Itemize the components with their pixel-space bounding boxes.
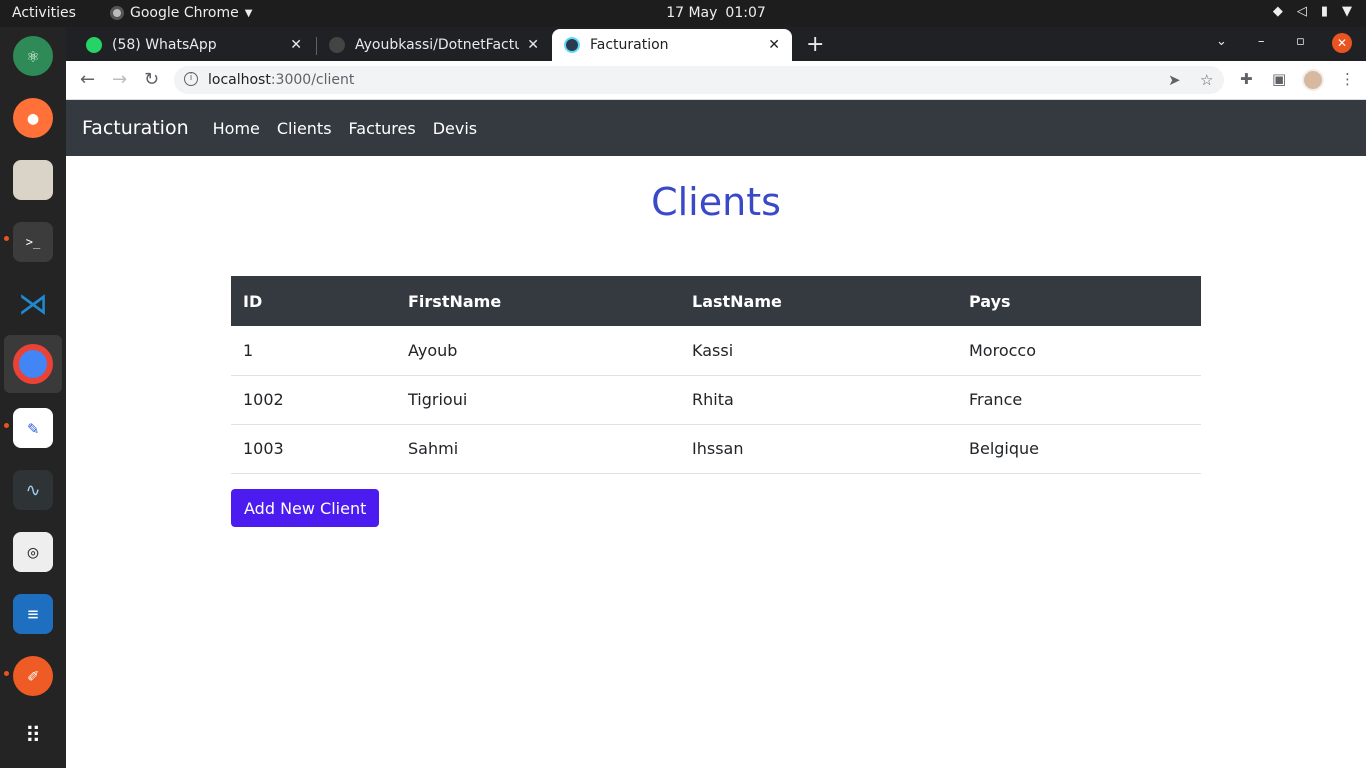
forward-button[interactable]: → [112,69,127,90]
chrome-icon [13,344,53,384]
nav-link-home[interactable]: Home [213,119,260,138]
maximize-button[interactable]: ▫ [1296,34,1305,49]
close-icon[interactable]: ✕ [527,37,539,53]
menu-icon[interactable]: ⋮ [1340,70,1355,88]
dock-document-viewer[interactable]: ◎ [4,523,62,581]
tab-label: (58) WhatsApp [112,37,217,53]
table-body: 1 Ayoub Kassi Morocco 1002 Tigrioui Rhit… [231,326,1201,474]
postman-icon: ✐ [13,656,53,696]
extensions-icon[interactable]: ✚ [1240,70,1253,88]
app-navbar: Facturation Home Clients Factures Devis [66,100,1366,156]
system-tray[interactable]: ◆ ◁ ▮ ▼ [1273,4,1352,19]
dock-postman[interactable]: ✐ [4,647,62,705]
cell-id: 1003 [231,424,396,474]
tab-strip: (58) WhatsApp ✕ Ayoubkassi/DotnetFactur … [66,27,1366,61]
app-grid-icon: ⠿ [24,723,42,749]
navbar-brand[interactable]: Facturation [82,117,189,139]
dock-terminal[interactable]: >_ [4,213,62,271]
vscode-icon: ⋊ [18,286,48,322]
tab-github[interactable]: Ayoubkassi/DotnetFactur ✕ [317,29,551,61]
cell-lastname: Kassi [680,326,957,376]
terminal-icon: >_ [13,222,53,262]
text-editor-icon: ✎ [13,408,53,448]
dock-system-monitor[interactable]: ∿ [4,461,62,519]
browser-toolbar: ← → ↻ i localhost:3000/client ➤ ☆ ✚ ▣ ⋮ [66,61,1366,100]
cell-firstname: Sahmi [396,424,680,474]
dock-files[interactable] [4,151,62,209]
cell-lastname: Rhita [680,375,957,425]
window-close-button[interactable]: ✕ [1332,33,1352,53]
clients-table: ID FirstName LastName Pays 1 Ayoub Kassi… [231,276,1201,474]
column-header-firstname: FirstName [396,276,680,326]
document-viewer-icon: ◎ [13,532,53,572]
github-icon [329,37,345,53]
firefox-icon: ● [13,98,53,138]
table-row: 1003 Sahmi Ihssan Belgique [231,424,1201,474]
dock-chrome[interactable] [4,335,62,393]
writer-icon: ≡ [13,594,53,634]
tab-whatsapp[interactable]: (58) WhatsApp ✕ [74,29,314,61]
minimize-button[interactable]: – [1258,34,1265,49]
send-icon[interactable]: ➤ [1168,71,1181,89]
nav-link-factures[interactable]: Factures [349,119,416,138]
cell-lastname: Ihssan [680,424,957,474]
dock-libreoffice-writer[interactable]: ≡ [4,585,62,643]
close-icon[interactable]: ✕ [290,37,302,53]
dock-firefox[interactable]: ● [4,89,62,147]
new-tab-button[interactable]: + [806,32,824,57]
cell-firstname: Ayoub [396,326,680,376]
table-header-row: ID FirstName LastName Pays [231,276,1201,326]
caret-down-icon: ▼ [1342,4,1352,19]
dock: ⚛ ● >_ ⋊ ✎ ∿ ◎ ≡ ✐ ⠿ [0,27,66,768]
clock-time: 01:07 [725,5,766,21]
atom-icon: ⚛ [13,36,53,76]
system-top-bar: Activities Google Chrome ▼ 17 May 01:07 ◆… [0,0,1366,27]
address-bar[interactable]: i localhost:3000/client ➤ ☆ [174,66,1224,94]
volume-icon: ◁ [1296,4,1307,19]
add-new-client-button[interactable]: Add New Client [231,489,380,527]
table-row: 1 Ayoub Kassi Morocco [231,326,1201,376]
nav-link-devis[interactable]: Devis [433,119,477,138]
url-path: :3000/client [270,72,355,88]
tab-search-button[interactable]: ⌄ [1216,34,1227,49]
battery-icon: ▮ [1320,4,1328,19]
tab-label: Ayoubkassi/DotnetFactur [355,37,520,53]
url-text[interactable]: localhost:3000/client [208,72,354,88]
column-header-id: ID [231,276,396,326]
wifi-icon: ◆ [1272,4,1283,19]
dock-atom-app[interactable]: ⚛ [4,27,62,85]
back-button[interactable]: ← [80,69,95,90]
cell-id: 1 [231,326,396,376]
url-host: localhost [208,72,271,88]
table-row: 1002 Tigrioui Rhita France [231,375,1201,425]
reload-button[interactable]: ↻ [144,69,159,90]
side-panel-icon[interactable]: ▣ [1272,70,1286,88]
tab-label: Facturation [590,37,669,53]
column-header-lastname: LastName [680,276,957,326]
cell-pays: France [957,375,1201,425]
nav-link-clients[interactable]: Clients [277,119,332,138]
cell-pays: Morocco [957,326,1201,376]
whatsapp-icon [86,37,102,53]
profile-avatar[interactable] [1302,69,1324,91]
dock-show-apps[interactable]: ⠿ [4,707,62,765]
table-header: ID FirstName LastName Pays [231,276,1201,326]
bookmark-star-icon[interactable]: ☆ [1200,71,1213,89]
page-title: Clients [651,180,781,224]
dock-text-editor[interactable]: ✎ [4,399,62,457]
column-header-pays: Pays [957,276,1201,326]
cell-firstname: Tigrioui [396,375,680,425]
web-page: Facturation Home Clients Factures Devis … [66,100,1366,768]
files-icon [13,160,53,200]
info-icon[interactable]: i [184,72,198,86]
system-monitor-icon: ∿ [13,470,53,510]
clock-date: 17 May [666,5,718,21]
clock[interactable]: 17 May 01:07 [0,5,1366,21]
tab-facturation[interactable]: Facturation ✕ [552,29,792,61]
cell-id: 1002 [231,375,396,425]
react-icon [564,37,580,53]
dock-vscode[interactable]: ⋊ [4,275,62,333]
close-icon[interactable]: ✕ [768,37,780,53]
cell-pays: Belgique [957,424,1201,474]
